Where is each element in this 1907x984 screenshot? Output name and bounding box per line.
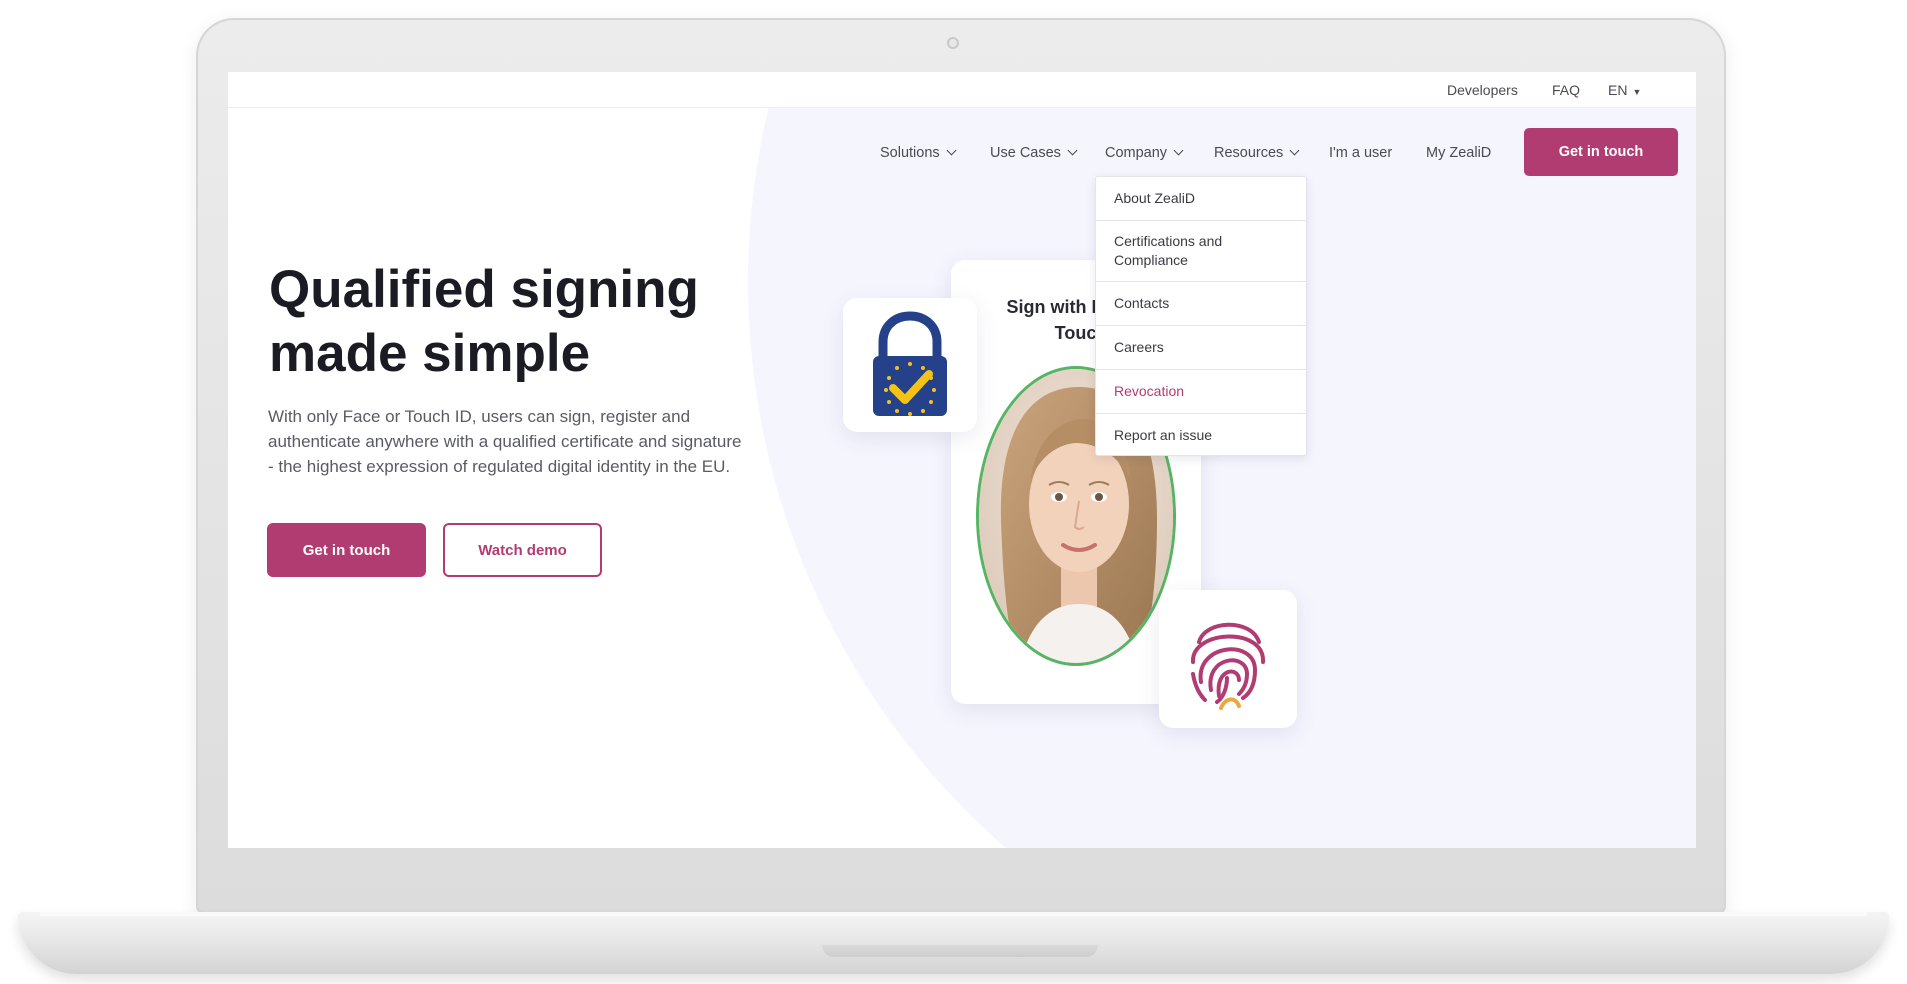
hero-subtitle: With only Face or Touch ID, users can si…	[268, 407, 742, 476]
language-label: EN	[1608, 82, 1628, 98]
laptop-opening-notch	[822, 945, 1098, 957]
nav-use-cases[interactable]: Use Cases	[990, 145, 1078, 161]
menu-item-careers[interactable]: Careers	[1096, 326, 1306, 370]
chevron-down-icon	[1173, 145, 1184, 156]
nav-get-in-touch-button[interactable]: Get in touch	[1524, 128, 1678, 176]
hero-title: Qualified signing made simple	[269, 260, 699, 383]
chevron-down-icon	[1067, 145, 1078, 156]
browser-screen: Developers FAQ EN ▼ Solutions Use Cases C…	[228, 72, 1696, 848]
menu-item-revocation[interactable]: Revocation	[1096, 370, 1306, 414]
camera-icon	[947, 37, 959, 49]
nav-solutions-label: Solutions	[880, 145, 940, 161]
eu-lock-card	[843, 298, 977, 432]
nav-use-cases-label: Use Cases	[990, 145, 1061, 161]
menu-item-contacts[interactable]: Contacts	[1096, 282, 1306, 326]
laptop-base-edge	[40, 912, 1867, 916]
nav-im-a-user[interactable]: I'm a user	[1329, 145, 1392, 161]
fingerprint-card	[1159, 590, 1297, 728]
chevron-down-icon	[946, 145, 957, 156]
developers-link[interactable]: Developers	[1447, 82, 1518, 98]
language-selector[interactable]: EN ▼	[1608, 82, 1641, 98]
faq-link[interactable]: FAQ	[1552, 82, 1580, 98]
chevron-down-icon	[1289, 145, 1300, 156]
laptop-base	[18, 912, 1889, 974]
menu-item-report-issue[interactable]: Report an issue	[1096, 414, 1306, 457]
menu-item-certifications[interactable]: Certifications and Compliance	[1096, 221, 1306, 282]
nav-company[interactable]: Company	[1105, 145, 1184, 161]
nav-solutions[interactable]: Solutions	[880, 145, 957, 161]
nav-company-label: Company	[1105, 145, 1168, 161]
get-in-touch-button[interactable]: Get in touch	[267, 523, 426, 577]
nav-resources-label: Resources	[1214, 145, 1284, 161]
nav-resources[interactable]: Resources	[1214, 145, 1300, 161]
nav-my-zealid[interactable]: My ZealiD	[1426, 145, 1491, 161]
watch-demo-button[interactable]: Watch demo	[443, 523, 602, 577]
eu-lock-icon	[873, 311, 947, 416]
fingerprint-icon	[1190, 622, 1266, 710]
utility-bar: Developers FAQ EN ▼	[228, 72, 1696, 108]
caret-down-icon: ▼	[1632, 87, 1642, 97]
menu-item-about[interactable]: About ZealiD	[1096, 177, 1306, 221]
company-dropdown-menu: About ZealiD Certifications and Complian…	[1095, 176, 1307, 456]
